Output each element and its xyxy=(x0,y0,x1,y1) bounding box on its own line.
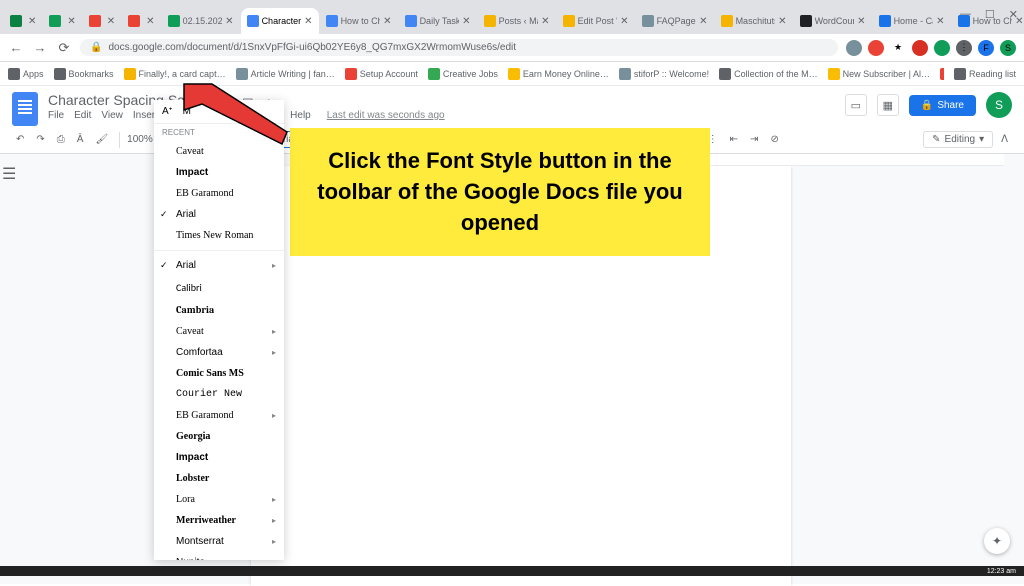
pencil-icon: ✎ xyxy=(932,134,940,145)
bookmark-item[interactable]: Finally!, a card capt… xyxy=(124,68,226,80)
font-option[interactable]: Arial xyxy=(154,204,284,225)
font-option[interactable]: EB Garamond▸ xyxy=(154,405,284,426)
font-option[interactable]: Cambria xyxy=(154,299,284,321)
bookmarks-bar: Apps Bookmarks Finally!, a card capt… Artic… xyxy=(0,62,1024,86)
font-option[interactable]: Lora▸ xyxy=(154,489,284,510)
reading-list[interactable]: Reading list xyxy=(954,68,1016,80)
browser-tab[interactable]: Character S✕ xyxy=(241,8,319,34)
collapse-toolbar-button[interactable]: ᐱ xyxy=(997,131,1012,148)
window-controls: — ☐ ✕ xyxy=(960,8,1018,21)
history-icon[interactable]: ▭ xyxy=(845,94,867,116)
font-option[interactable]: Merriweather▸ xyxy=(154,510,284,531)
taskbar: 12:23 am xyxy=(0,566,1024,576)
account-avatar[interactable]: S xyxy=(986,92,1012,118)
font-option[interactable]: Lobster xyxy=(154,468,284,489)
red-arrow-annotation xyxy=(182,82,292,152)
forward-button[interactable]: → xyxy=(32,40,48,55)
browser-tab-strip: ✕✕✕✕02.15.2022✕Character S✕How to Ch✕Dai… xyxy=(0,0,1024,34)
extension-icon[interactable] xyxy=(912,40,928,56)
font-option[interactable]: Georgia xyxy=(154,426,284,447)
font-option[interactable]: Nunito▸ xyxy=(154,552,284,560)
maximize-icon[interactable]: ☐ xyxy=(985,8,995,21)
font-option[interactable]: Caveat▸ xyxy=(154,321,284,342)
browser-tab[interactable]: ✕ xyxy=(122,8,160,34)
menu-help[interactable]: Help xyxy=(290,110,311,121)
font-option[interactable]: EB Garamond xyxy=(154,183,284,204)
explore-button[interactable]: ✦ xyxy=(984,528,1010,554)
browser-tab[interactable]: ✕ xyxy=(43,8,81,34)
bookmark-item[interactable]: stiforP :: Welcome! xyxy=(619,68,709,80)
browser-tab[interactable]: FAQPage JS✕ xyxy=(636,8,714,34)
lock-icon: 🔒 xyxy=(90,42,102,53)
font-option[interactable]: Arial▸ xyxy=(154,255,284,276)
indent-increase-button[interactable]: ⇥ xyxy=(746,131,762,148)
extension-icon[interactable]: S xyxy=(1000,40,1016,56)
extension-icon[interactable] xyxy=(846,40,862,56)
url-text: docs.google.com/document/d/1SnxVpFfGi-ui… xyxy=(108,42,516,53)
font-option[interactable]: Comic Sans MS xyxy=(154,363,284,384)
bookmark-item[interactable]: Setup Account xyxy=(345,68,418,80)
bookmark-item[interactable]: Apps xyxy=(8,68,44,80)
bookmark-item[interactable]: Collection of the M… xyxy=(719,68,818,80)
editing-mode-select[interactable]: ✎ Editing ▾ xyxy=(923,131,993,148)
font-option[interactable]: Montserrat▸ xyxy=(154,531,284,552)
address-bar: ← → ⟳ 🔒 docs.google.com/document/d/1SnxV… xyxy=(0,34,1024,62)
extension-icon[interactable]: F xyxy=(978,40,994,56)
url-input[interactable]: 🔒 docs.google.com/document/d/1SnxVpFfGi-… xyxy=(80,39,838,56)
bookmark-item[interactable]: Saving the Hero (a… xyxy=(940,68,944,80)
browser-tab[interactable]: Maschituts✕ xyxy=(715,8,793,34)
bookmark-item[interactable]: New Subscriber | Al… xyxy=(828,68,930,80)
spellcheck-button[interactable]: Ᾱ xyxy=(73,131,88,148)
extension-icon[interactable]: ★ xyxy=(890,40,906,56)
menu-view[interactable]: View xyxy=(101,110,123,121)
browser-tab[interactable]: Home - Ca✕ xyxy=(873,8,951,34)
undo-button[interactable]: ↶ xyxy=(12,131,28,148)
reload-button[interactable]: ⟳ xyxy=(56,40,72,56)
font-option[interactable]: Times New Roman xyxy=(154,225,284,246)
browser-tab[interactable]: Edit Post "✕ xyxy=(557,8,635,34)
share-button[interactable]: 🔒Share xyxy=(909,95,976,116)
back-button[interactable]: ← xyxy=(8,40,24,55)
bookmark-item[interactable]: Earn Money Online… xyxy=(508,68,609,80)
paint-format-button[interactable]: 🖌 xyxy=(91,131,112,148)
font-option[interactable]: Courier New xyxy=(154,384,284,405)
font-option[interactable]: Calibri xyxy=(154,276,284,299)
clock: 12:23 am xyxy=(987,568,1016,575)
redo-button[interactable]: ↷ xyxy=(32,131,48,148)
font-option[interactable]: Comfortaa▸ xyxy=(154,342,284,363)
font-dropdown: Aᐩ M RECENT CaveatImpactEB GaramondArial… xyxy=(154,100,284,560)
browser-tab[interactable]: 02.15.2022✕ xyxy=(162,8,240,34)
menu-edit[interactable]: Edit xyxy=(74,110,91,121)
font-option[interactable]: Impact xyxy=(154,162,284,183)
font-option[interactable]: Impact xyxy=(154,447,284,468)
clear-format-button[interactable]: ⊘ xyxy=(766,131,782,148)
browser-tab[interactable]: Posts ‹ Mas✕ xyxy=(478,8,556,34)
minimize-icon[interactable]: — xyxy=(960,8,971,21)
outline-toggle-icon[interactable]: ☰ xyxy=(2,164,16,176)
menu-file[interactable]: File xyxy=(48,110,64,121)
print-button[interactable]: ⎙ xyxy=(53,131,69,148)
bookmark-item[interactable]: Article Writing | fan… xyxy=(236,68,335,80)
browser-tab[interactable]: Daily Task S✕ xyxy=(399,8,477,34)
last-edit-link[interactable]: Last edit was seconds ago xyxy=(327,110,445,121)
browser-tab[interactable]: ✕ xyxy=(83,8,121,34)
bookmark-item[interactable]: Creative Jobs xyxy=(428,68,498,80)
close-window-icon[interactable]: ✕ xyxy=(1009,8,1018,21)
instruction-callout: Click the Font Style button in the toolb… xyxy=(290,128,710,256)
extension-icon[interactable] xyxy=(934,40,950,56)
extension-icon[interactable] xyxy=(868,40,884,56)
browser-tab[interactable]: How to Ch✕ xyxy=(320,8,398,34)
docs-logo-icon[interactable] xyxy=(12,92,38,126)
browser-tab[interactable]: ✕ xyxy=(4,8,42,34)
add-fonts-icon[interactable]: Aᐩ xyxy=(162,106,173,117)
meet-icon[interactable]: ▦ xyxy=(877,94,899,116)
bookmark-item[interactable]: Bookmarks xyxy=(54,68,114,80)
indent-decrease-button[interactable]: ⇤ xyxy=(726,131,742,148)
browser-tab[interactable]: WordCount✕ xyxy=(794,8,872,34)
extension-icon[interactable]: ⋮ xyxy=(956,40,972,56)
